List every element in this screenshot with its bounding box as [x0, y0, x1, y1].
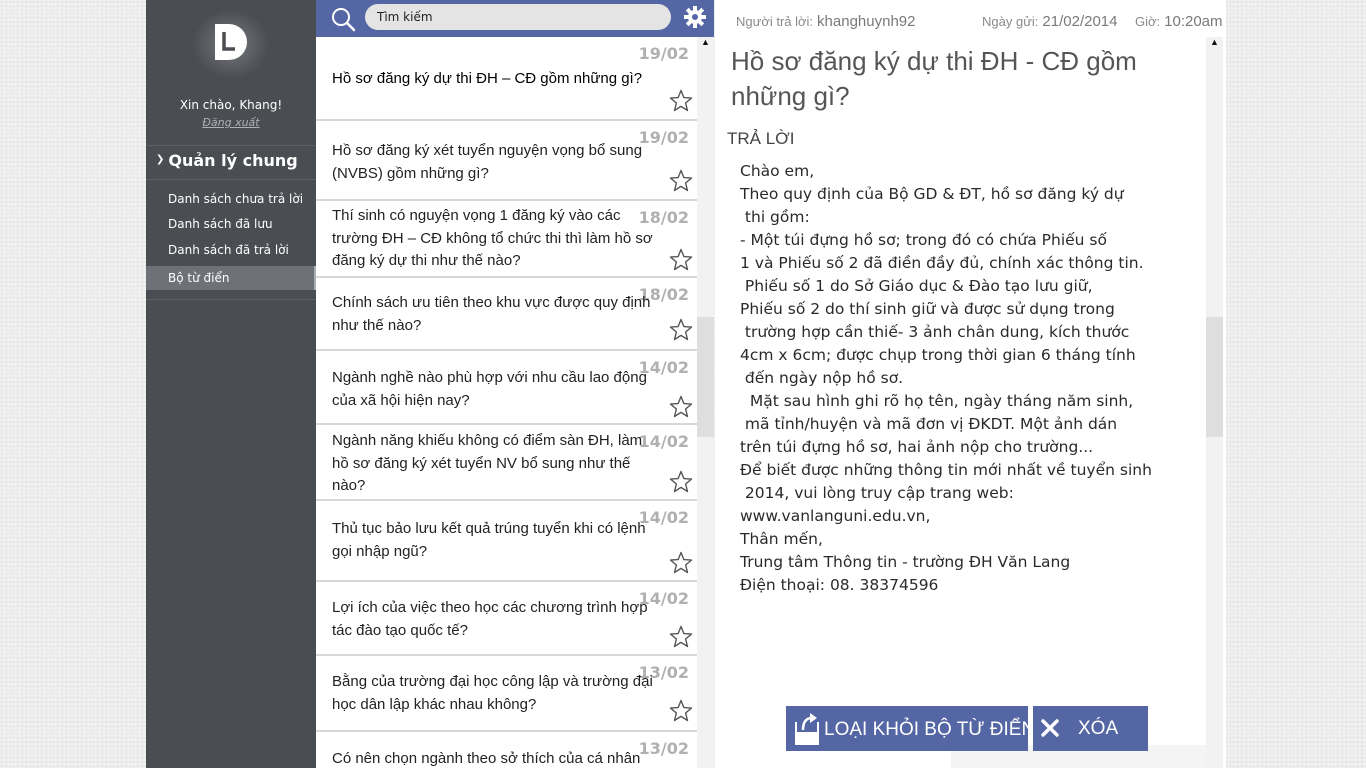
sidebar-item-saved[interactable]: Danh sách đã lưu	[146, 212, 316, 236]
answer-line: Phiếu số 2 do thí sinh giữ và được sử dụ…	[740, 300, 1115, 318]
answer-line: Để biết được những thông tin mới nhất về…	[740, 461, 1152, 479]
star-icon[interactable]	[669, 470, 693, 494]
logo-icon	[215, 24, 247, 60]
item-date: 19/02	[638, 44, 689, 63]
responder-name: khanghuynh92	[817, 13, 916, 30]
divider	[146, 145, 316, 146]
list-item[interactable]: 14/02 Ngành năng khiếu không có điểm sàn…	[316, 425, 697, 501]
responder-meta: Người trả lời: khanghuynh92	[736, 13, 915, 30]
chevron-down-icon: ❯	[156, 154, 165, 165]
answer-line: Điện thoại: 08. 38374596	[740, 576, 939, 594]
list-item[interactable]: 19/02 Hồ sơ đăng ký xét tuyển nguyện vọn…	[316, 121, 697, 201]
answer-label: TRẢ LỜI	[727, 129, 795, 148]
sent-date: 21/02/2014	[1042, 13, 1118, 30]
item-question: Ngành năng khiếu không có điểm sàn ĐH, l…	[332, 432, 643, 494]
star-icon[interactable]	[669, 625, 693, 649]
list-item[interactable]: 19/02 Hồ sơ đăng ký dự thi ĐH – CĐ gồm n…	[316, 37, 697, 121]
section-label: Quản lý chung	[168, 151, 298, 170]
question-list: 19/02 Hồ sơ đăng ký dự thi ĐH – CĐ gồm n…	[316, 37, 697, 768]
question-title: Hồ sơ đăng ký dự thi ĐH - CĐ gồm những g…	[731, 46, 1137, 111]
export-document-icon	[795, 713, 819, 745]
answer-line: Mặt sau hình ghi rõ họ tên, ngày tháng n…	[740, 392, 1134, 410]
delete-label: XÓA	[1078, 718, 1119, 739]
star-icon[interactable]	[669, 699, 693, 723]
time-label: Giờ:	[1135, 14, 1161, 29]
list-item[interactable]: 13/02 Bằng của trường đại học công lập v…	[316, 656, 697, 732]
gear-icon[interactable]	[683, 5, 707, 29]
sidebar-item-dictionary[interactable]: Bộ từ điển	[146, 266, 316, 290]
list-item[interactable]: 14/02 Thủ tục bảo lưu kết quả trúng tuyể…	[316, 501, 697, 582]
list-scrollbar[interactable]: ▲	[697, 37, 714, 768]
close-icon	[1041, 719, 1059, 737]
answer-line: Thân mến,	[740, 530, 823, 548]
divider	[146, 179, 316, 180]
sent-time: 10:20am	[1164, 13, 1223, 30]
answer-line: Chào em,	[740, 162, 815, 180]
list-item[interactable]: 14/02 Lợi ích của việc theo học các chươ…	[316, 582, 697, 656]
item-question: Ngành nghề nào phù hợp với nhu cầu lao đ…	[332, 369, 647, 409]
logo-area	[146, 0, 316, 95]
item-question: Chính sách ưu tiên theo khu vực được quy…	[332, 294, 651, 334]
search-icon[interactable]	[330, 6, 356, 32]
star-icon[interactable]	[669, 318, 693, 342]
answer-line: 2014, vui lòng truy cập trang web:	[740, 484, 1014, 502]
answer-line: trên túi đựng hồ sơ, hai ảnh nộp cho trư…	[740, 438, 1094, 456]
answer-line: đến ngày nộp hồ sơ.	[740, 369, 904, 387]
star-icon[interactable]	[669, 395, 693, 419]
remove-label: LOẠI KHỎI BỘ TỪ ĐIỂN	[824, 719, 1036, 740]
star-icon[interactable]	[669, 89, 693, 113]
item-question: Lợi ích của việc theo học các chương trì…	[332, 599, 648, 639]
responder-label: Người trả lời:	[736, 14, 814, 29]
logout-link[interactable]: Đăng xuất	[146, 116, 316, 129]
greeting-text: Xin chào, Khang!	[179, 98, 283, 112]
search-input[interactable]	[365, 4, 671, 30]
list-item[interactable]: 14/02 Ngành nghề nào phù hợp với nhu cầu…	[316, 351, 697, 425]
answer-line: 1 và Phiếu số 2 đã điền đầy đủ, chính xá…	[740, 254, 1144, 272]
item-question: Hồ sơ đăng ký xét tuyển nguyện vọng bổ s…	[332, 142, 643, 182]
answer-line: www.vanlanguni.edu.vn,	[740, 507, 931, 525]
answer-line: mã tỉnh/huyện và mã đơn vị ĐKDT. Một ảnh…	[740, 415, 1118, 433]
answer-line: Phiếu số 1 do Sở Giáo dục & Đào tạo lưu …	[740, 277, 1093, 295]
date-meta: Ngày gửi: 21/02/2014	[982, 13, 1117, 30]
sidebar-item-answered[interactable]: Danh sách đã trả lời	[146, 238, 316, 262]
answer-line: - Một túi đựng hồ sơ; trong đó có chứa P…	[740, 231, 1107, 249]
list-item[interactable]: 18/02 Chính sách ưu tiên theo khu vực đư…	[316, 278, 697, 351]
delete-button[interactable]: XÓA	[1033, 706, 1148, 751]
answer-line: thi gồm:	[740, 208, 810, 226]
answer-body: Chào em, Theo quy định của Bộ GD & ĐT, hồ…	[740, 160, 1210, 597]
list-item[interactable]: 13/02 Có nên chọn ngành theo sở thích củ…	[316, 732, 697, 768]
divider	[146, 299, 316, 300]
item-question: Có nên chọn ngành theo sở thích của cá n…	[332, 750, 641, 767]
scrollbar-thumb[interactable]	[697, 317, 714, 437]
answer-line: Trung tâm Thông tin - trường ĐH Văn Lang	[740, 553, 1071, 571]
scroll-up-icon[interactable]: ▲	[701, 37, 710, 47]
item-question: Thủ tục bảo lưu kết quả trúng tuyển khi …	[332, 520, 646, 560]
item-question: Hồ sơ đăng ký dự thi ĐH – CĐ gồm những g…	[332, 70, 643, 87]
scroll-up-icon[interactable]: ▲	[1210, 37, 1219, 47]
time-meta: Giờ: 10:20am	[1135, 13, 1223, 30]
remove-from-dictionary-button[interactable]: LOẠI KHỎI BỘ TỪ ĐIỂN	[786, 706, 1035, 751]
answer-line: trường hợp cần thiế- 3 ảnh chân dung, kí…	[740, 323, 1130, 341]
star-icon[interactable]	[669, 551, 693, 575]
item-question: Thí sinh có nguyện vọng 1 đăng ký vào cá…	[332, 207, 653, 269]
answer-line: Theo quy định của Bộ GD & ĐT, hồ sơ đăng…	[740, 185, 1124, 203]
detail-panel: Người trả lời: khanghuynh92 Ngày gửi: 21/0…	[715, 0, 1226, 768]
sidebar: Xin chào, Khang! Đăng xuất ❯ Quản lý chu…	[146, 0, 316, 768]
sidebar-item-unanswered[interactable]: Danh sách chưa trả lời	[146, 187, 316, 211]
star-icon[interactable]	[669, 169, 693, 193]
answer-line: 4cm x 6cm; được chụp trong thời gian 6 t…	[740, 346, 1136, 364]
detail-scrollbar[interactable]: ▲	[1206, 37, 1223, 768]
star-icon[interactable]	[669, 248, 693, 272]
item-question: Bằng của trường đại học công lập và trườ…	[332, 673, 653, 713]
list-item[interactable]: 18/02 Thí sinh có nguyện vọng 1 đăng ký …	[316, 201, 697, 278]
date-label: Ngày gửi:	[982, 14, 1039, 29]
section-general[interactable]: ❯ Quản lý chung	[156, 151, 298, 170]
search-bar	[316, 0, 714, 37]
scrollbar-thumb[interactable]	[1206, 317, 1223, 437]
